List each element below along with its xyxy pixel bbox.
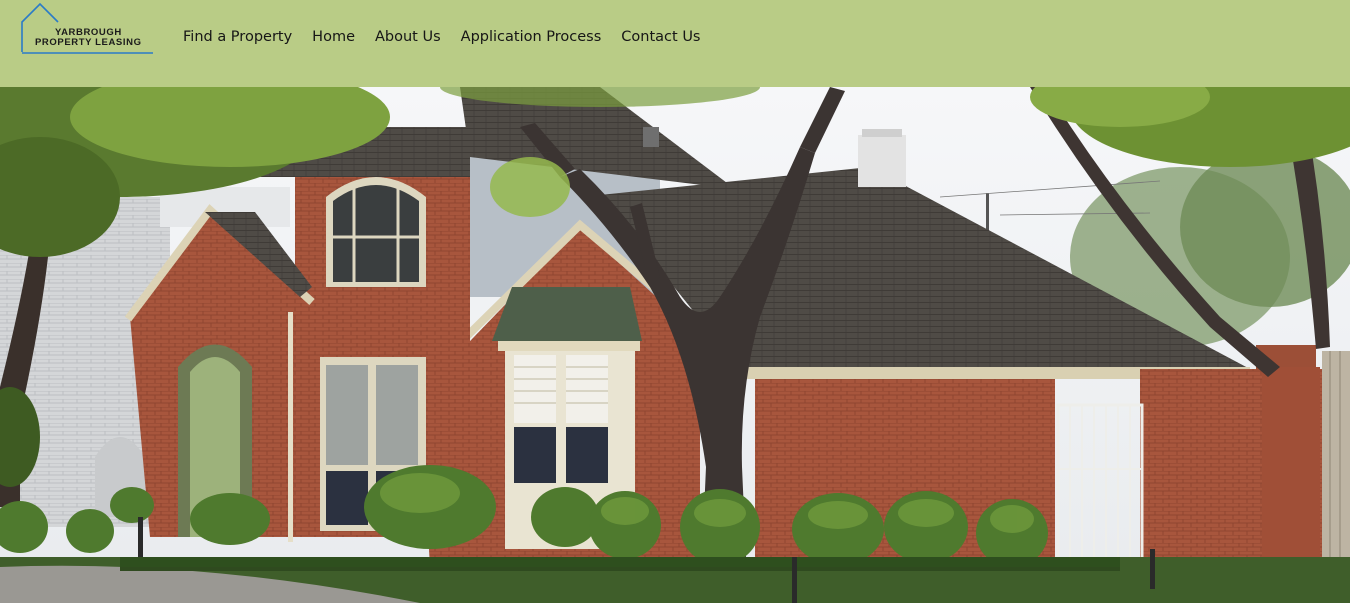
nav-home[interactable]: Home xyxy=(312,29,355,45)
nav-contact-us[interactable]: Contact Us xyxy=(621,29,700,45)
brand-logo[interactable]: YARBROUGH PROPERTY LEASING xyxy=(20,2,156,56)
nav-application-process[interactable]: Application Process xyxy=(461,29,602,45)
brand-name-line2: PROPERTY LEASING xyxy=(35,37,142,48)
nav-find-a-property[interactable]: Find a Property xyxy=(183,29,292,45)
brick-house-photo xyxy=(0,87,1350,603)
site-header: YARBROUGH PROPERTY LEASING Find a Proper… xyxy=(0,0,1350,87)
hero-image xyxy=(0,87,1350,603)
main-navigation: Find a Property Home About Us Applicatio… xyxy=(183,26,721,48)
nav-about-us[interactable]: About Us xyxy=(375,29,441,45)
